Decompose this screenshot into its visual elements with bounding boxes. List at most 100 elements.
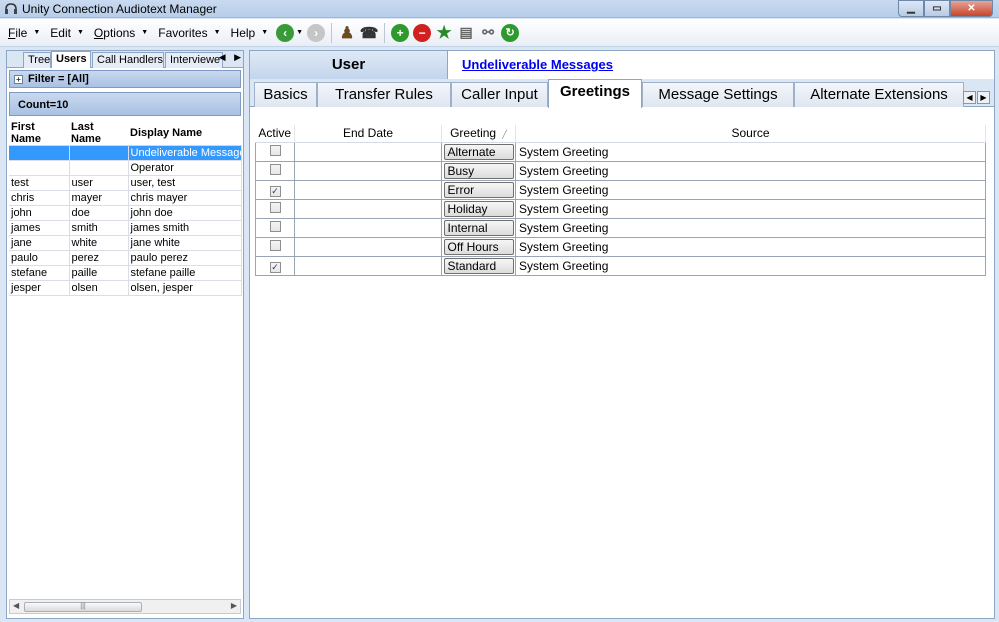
greetings-table: Active End Date Greeting ╱ Source Alterna… bbox=[255, 125, 986, 276]
tab-scroll-left-icon[interactable]: ◀ bbox=[963, 91, 976, 104]
table-row[interactable]: Operator bbox=[9, 160, 242, 176]
favorite-star-icon[interactable]: ★ bbox=[435, 23, 453, 42]
selected-object-link[interactable]: Undeliverable Messages bbox=[462, 57, 613, 72]
tab-interviewers[interactable]: Interviewe bbox=[165, 52, 223, 68]
tab-scroll-right-icon[interactable]: ▶ bbox=[234, 52, 241, 62]
active-checkbox[interactable] bbox=[269, 220, 281, 232]
tab-transfer-rules[interactable]: Transfer Rules bbox=[317, 82, 451, 107]
cell-end-date[interactable] bbox=[294, 141, 442, 162]
table-row: Off Hours System Greeting bbox=[255, 236, 986, 257]
cell-display: john doe bbox=[128, 205, 242, 221]
cell-end-date[interactable] bbox=[294, 255, 442, 276]
greeting-button[interactable]: Off Hours bbox=[443, 238, 514, 255]
column-header-first-name[interactable]: First Name bbox=[9, 121, 69, 146]
back-icon[interactable]: ‹ bbox=[276, 23, 295, 42]
cell-greeting: Off Hours bbox=[441, 236, 516, 257]
column-header-end-date[interactable]: End Date bbox=[294, 125, 442, 143]
cell-end-date[interactable] bbox=[294, 179, 442, 200]
scroll-right-icon[interactable]: ▶ bbox=[231, 601, 237, 610]
menu-edit[interactable]: Edit ▼ bbox=[46, 26, 90, 40]
cell-first bbox=[9, 160, 70, 176]
table-row[interactable]: jesper olsen olsen, jesper bbox=[9, 280, 242, 296]
scrollbar-thumb[interactable]: ||| bbox=[24, 602, 142, 612]
table-row[interactable]: chris mayer chris mayer bbox=[9, 190, 242, 206]
cell-end-date[interactable] bbox=[294, 217, 442, 238]
table-row[interactable]: james smith james smith bbox=[9, 220, 242, 236]
scroll-left-icon[interactable]: ◀ bbox=[13, 601, 19, 610]
column-header-source[interactable]: Source bbox=[515, 125, 986, 143]
tab-scroll-left-icon[interactable]: ◀ bbox=[219, 52, 226, 62]
chevron-down-icon[interactable]: ▼ bbox=[296, 29, 303, 36]
link-icon[interactable]: ⚯ bbox=[479, 24, 497, 42]
close-button[interactable]: ✕ bbox=[950, 0, 993, 17]
active-checkbox[interactable] bbox=[269, 144, 281, 156]
window-title: Unity Connection Audiotext Manager bbox=[22, 2, 217, 16]
maximize-button[interactable]: ▭ bbox=[924, 0, 950, 17]
column-header-display-name[interactable]: Display Name bbox=[128, 121, 241, 146]
forward-icon[interactable]: › bbox=[307, 23, 326, 42]
tab-call-handlers[interactable]: Call Handlers bbox=[92, 52, 164, 68]
horizontal-scrollbar[interactable]: ◀ ||| ▶ bbox=[9, 599, 241, 614]
column-header-active[interactable]: Active bbox=[255, 125, 295, 143]
menu-options[interactable]: Options ▼ bbox=[90, 26, 154, 40]
table-row[interactable]: jane white jane white bbox=[9, 235, 242, 251]
cell-active bbox=[255, 160, 295, 181]
active-checkbox[interactable]: ✓ bbox=[269, 185, 281, 197]
menu-file[interactable]: File ▼ bbox=[4, 26, 46, 40]
cell-greeting: Holiday bbox=[441, 198, 516, 219]
remove-icon[interactable]: − bbox=[413, 23, 432, 42]
greeting-button[interactable]: Holiday bbox=[443, 200, 514, 217]
tab-basics[interactable]: Basics bbox=[254, 82, 317, 107]
cell-source: System Greeting bbox=[515, 160, 986, 181]
column-header-last-name[interactable]: Last Name bbox=[69, 121, 128, 146]
tab-message-settings[interactable]: Message Settings bbox=[642, 82, 794, 107]
user-icon[interactable]: ♟ bbox=[338, 24, 356, 42]
cell-end-date[interactable] bbox=[294, 160, 442, 181]
menu-favorites[interactable]: Favorites ▼ bbox=[154, 26, 226, 40]
column-header-greeting[interactable]: Greeting ╱ bbox=[441, 125, 516, 143]
table-row[interactable]: john doe john doe bbox=[9, 205, 242, 221]
cell-end-date[interactable] bbox=[294, 198, 442, 219]
filter-bar[interactable]: + Filter = [All] bbox=[9, 70, 241, 88]
expand-icon[interactable]: + bbox=[14, 74, 23, 84]
tab-tree[interactable]: Tree bbox=[23, 52, 51, 68]
tab-caller-input[interactable]: Caller Input bbox=[451, 82, 548, 107]
cell-greeting: Busy bbox=[441, 160, 516, 181]
left-panel: Tree Users Call Handlers Interviewe ◀ ▶ … bbox=[6, 50, 244, 619]
minimize-button[interactable]: ▁ bbox=[898, 0, 924, 17]
greeting-button[interactable]: Internal bbox=[443, 219, 514, 236]
tab-users[interactable]: Users bbox=[51, 51, 91, 68]
table-row: Internal System Greeting bbox=[255, 217, 986, 238]
tab-scroll-arrows: ◀ ▶ bbox=[219, 52, 241, 63]
cell-active: ✓ bbox=[255, 255, 295, 276]
greeting-button[interactable]: Busy bbox=[443, 162, 514, 179]
window-controls: ▁ ▭ ✕ bbox=[898, 0, 993, 17]
table-row[interactable]: test user user, test bbox=[9, 175, 242, 191]
greeting-button[interactable]: Alternate bbox=[443, 143, 514, 160]
active-checkbox[interactable] bbox=[269, 201, 281, 213]
chevron-down-icon: ▼ bbox=[213, 29, 221, 36]
document-icon[interactable]: ▤ bbox=[457, 24, 475, 42]
cell-source: System Greeting bbox=[515, 217, 986, 238]
cell-end-date[interactable] bbox=[294, 236, 442, 257]
phone-icon[interactable]: ☎ bbox=[360, 24, 379, 42]
active-checkbox[interactable]: ✓ bbox=[269, 261, 281, 273]
cell-active bbox=[255, 198, 295, 219]
add-icon[interactable]: + bbox=[391, 23, 410, 42]
greeting-button[interactable]: Standard bbox=[443, 257, 514, 274]
cell-last: olsen bbox=[69, 280, 129, 296]
table-row[interactable]: paulo perez paulo perez bbox=[9, 250, 242, 266]
active-checkbox[interactable] bbox=[269, 163, 281, 175]
menu-help[interactable]: Help ▼ bbox=[227, 26, 275, 40]
cell-source: System Greeting bbox=[515, 141, 986, 162]
cell-last: paille bbox=[69, 265, 129, 281]
tab-scroll-right-icon[interactable]: ▶ bbox=[977, 91, 990, 104]
greeting-button[interactable]: Error bbox=[443, 181, 514, 198]
table-row[interactable]: stefane paille stefane paille bbox=[9, 265, 242, 281]
cell-source: System Greeting bbox=[515, 255, 986, 276]
tab-greetings[interactable]: Greetings bbox=[548, 79, 642, 108]
tab-alternate-extensions[interactable]: Alternate Extensions bbox=[794, 82, 964, 107]
refresh-icon[interactable]: ↻ bbox=[501, 23, 520, 42]
table-row[interactable]: Undeliverable Messages bbox=[9, 145, 242, 161]
active-checkbox[interactable] bbox=[269, 239, 281, 251]
